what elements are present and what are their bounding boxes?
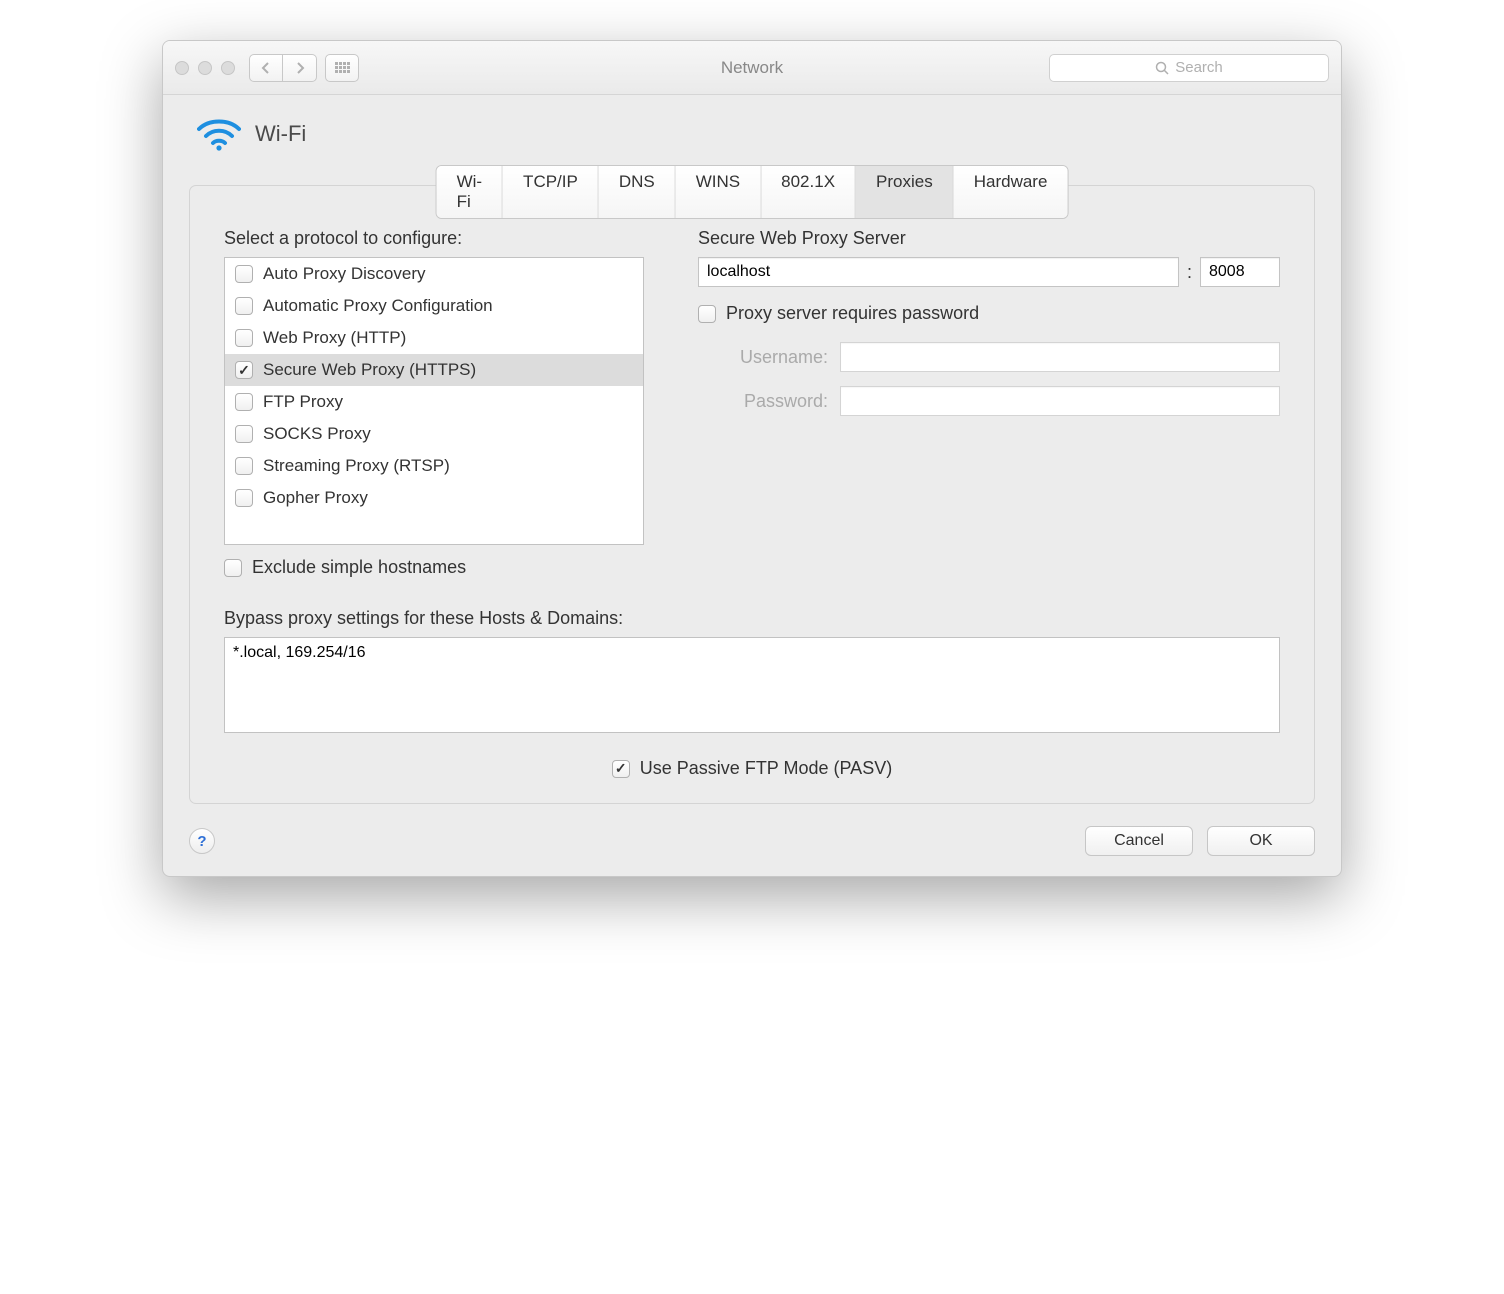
- protocol-item[interactable]: Web Proxy (HTTP): [225, 322, 643, 354]
- interface-header: Wi-Fi: [189, 117, 1315, 151]
- back-button[interactable]: [249, 54, 283, 82]
- network-preferences-window: Network Search Wi-Fi Wi-FiTCP/IPDNSWINS8…: [162, 40, 1342, 877]
- protocol-item[interactable]: SOCKS Proxy: [225, 418, 643, 450]
- protocol-label: Automatic Proxy Configuration: [263, 296, 493, 316]
- bypass-label: Bypass proxy settings for these Hosts & …: [224, 608, 1280, 629]
- search-field[interactable]: Search: [1049, 54, 1329, 82]
- password-input[interactable]: [840, 386, 1280, 416]
- tab-tcp-ip[interactable]: TCP/IP: [503, 166, 599, 218]
- server-label: Secure Web Proxy Server: [698, 228, 1280, 249]
- host-port-separator: :: [1187, 262, 1192, 283]
- protocol-checkbox[interactable]: [235, 265, 253, 283]
- zoom-window-icon[interactable]: [221, 61, 235, 75]
- window-controls: [175, 61, 235, 75]
- requires-password-label: Proxy server requires password: [726, 303, 979, 324]
- tab-wins[interactable]: WINS: [676, 166, 761, 218]
- tab-802-1x[interactable]: 802.1X: [761, 166, 856, 218]
- passive-ftp-checkbox[interactable]: [612, 760, 630, 778]
- protocol-item[interactable]: Gopher Proxy: [225, 482, 643, 514]
- cancel-button[interactable]: Cancel: [1085, 826, 1193, 856]
- chevron-right-icon: [295, 62, 305, 74]
- protocol-label: Streaming Proxy (RTSP): [263, 456, 450, 476]
- content-area: Wi-Fi Wi-FiTCP/IPDNSWINS802.1XProxiesHar…: [163, 95, 1341, 876]
- titlebar: Network Search: [163, 41, 1341, 95]
- protocol-checkbox[interactable]: [235, 425, 253, 443]
- protocol-checkbox[interactable]: [235, 361, 253, 379]
- passive-ftp-label: Use Passive FTP Mode (PASV): [640, 758, 892, 779]
- password-label: Password:: [698, 391, 828, 412]
- tab-wi-fi[interactable]: Wi-Fi: [437, 166, 503, 218]
- protocol-list[interactable]: Auto Proxy Discovery Automatic Proxy Conf…: [224, 257, 644, 545]
- bypass-textarea[interactable]: [224, 637, 1280, 733]
- server-column: Secure Web Proxy Server : Proxy server r…: [698, 228, 1280, 578]
- exclude-hostnames-checkbox[interactable]: [224, 559, 242, 577]
- requires-password-checkbox[interactable]: [698, 305, 716, 323]
- protocol-checkbox[interactable]: [235, 489, 253, 507]
- protocol-item[interactable]: Secure Web Proxy (HTTPS): [225, 354, 643, 386]
- forward-button[interactable]: [283, 54, 317, 82]
- username-input[interactable]: [840, 342, 1280, 372]
- nav-buttons: [249, 54, 317, 82]
- protocol-label: Auto Proxy Discovery: [263, 264, 426, 284]
- help-button[interactable]: ?: [189, 828, 215, 854]
- protocol-label: Gopher Proxy: [263, 488, 368, 508]
- wifi-icon: [197, 117, 241, 151]
- protocol-item[interactable]: Streaming Proxy (RTSP): [225, 450, 643, 482]
- exclude-hostnames-label: Exclude simple hostnames: [252, 557, 466, 578]
- protocol-label: SOCKS Proxy: [263, 424, 371, 444]
- protocol-column: Select a protocol to configure: Auto Pro…: [224, 228, 644, 578]
- interface-label: Wi-Fi: [255, 121, 306, 147]
- tab-proxies[interactable]: Proxies: [856, 166, 954, 218]
- tab-dns[interactable]: DNS: [599, 166, 676, 218]
- minimize-window-icon[interactable]: [198, 61, 212, 75]
- show-all-button[interactable]: [325, 54, 359, 82]
- protocol-checkbox[interactable]: [235, 457, 253, 475]
- protocol-item[interactable]: Automatic Proxy Configuration: [225, 290, 643, 322]
- protocol-label: Web Proxy (HTTP): [263, 328, 406, 348]
- ok-button[interactable]: OK: [1207, 826, 1315, 856]
- search-placeholder: Search: [1175, 59, 1223, 76]
- chevron-left-icon: [261, 62, 271, 74]
- proxies-panel: Select a protocol to configure: Auto Pro…: [189, 185, 1315, 804]
- select-protocol-label: Select a protocol to configure:: [224, 228, 644, 249]
- proxy-host-input[interactable]: [698, 257, 1179, 287]
- protocol-checkbox[interactable]: [235, 393, 253, 411]
- protocol-item[interactable]: Auto Proxy Discovery: [225, 258, 643, 290]
- protocol-item[interactable]: FTP Proxy: [225, 386, 643, 418]
- protocol-checkbox[interactable]: [235, 329, 253, 347]
- footer: ? Cancel OK: [189, 826, 1315, 856]
- tab-hardware[interactable]: Hardware: [954, 166, 1068, 218]
- protocol-label: FTP Proxy: [263, 392, 343, 412]
- tab-bar: Wi-FiTCP/IPDNSWINS802.1XProxiesHardware: [436, 165, 1069, 219]
- grid-icon: [335, 62, 350, 73]
- protocol-label: Secure Web Proxy (HTTPS): [263, 360, 476, 380]
- protocol-checkbox[interactable]: [235, 297, 253, 315]
- search-icon: [1155, 61, 1169, 75]
- close-window-icon[interactable]: [175, 61, 189, 75]
- username-label: Username:: [698, 347, 828, 368]
- proxy-port-input[interactable]: [1200, 257, 1280, 287]
